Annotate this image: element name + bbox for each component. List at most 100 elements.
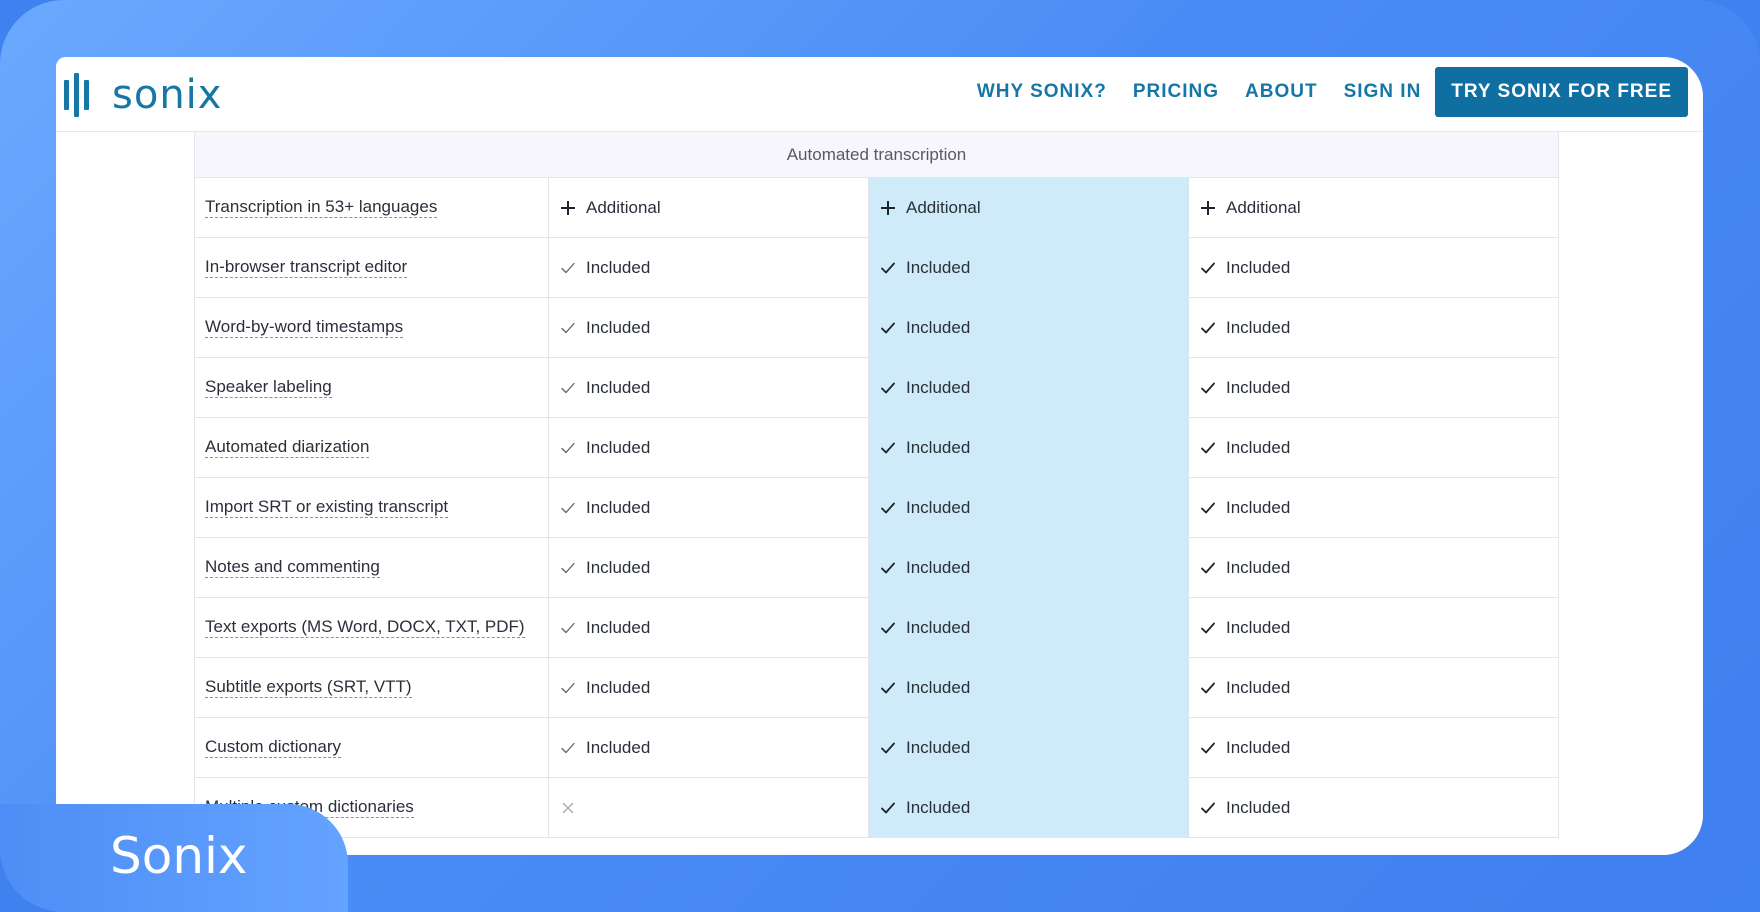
check-icon <box>1200 560 1216 576</box>
feature-label[interactable]: Custom dictionary <box>205 737 342 758</box>
x-icon <box>560 800 576 816</box>
feature-cell: Notes and commenting <box>194 538 549 597</box>
cell-value: Additional <box>586 197 661 217</box>
feature-cell: In-browser transcript editor <box>194 238 549 297</box>
feature-cell: Speaker labeling <box>194 358 549 417</box>
table-row: Word-by-word timestamps Included Included I… <box>194 298 1559 358</box>
cell-value: Included <box>586 497 651 517</box>
check-icon <box>880 740 896 756</box>
cell-value: Included <box>1226 557 1291 577</box>
check-icon <box>880 680 896 696</box>
browser-viewport: sonix WHY SONIX? PRICING ABOUT SIGN IN T… <box>56 57 1703 855</box>
sonix-logo[interactable]: sonix <box>64 73 222 117</box>
premium-plan-cell: Included <box>869 358 1189 417</box>
check-icon <box>1200 680 1216 696</box>
main-nav: WHY SONIX? PRICING ABOUT SIGN IN TRY SON… <box>951 67 1688 117</box>
nav-why-sonix[interactable]: WHY SONIX? <box>977 81 1107 103</box>
feature-label[interactable]: Notes and commenting <box>205 557 380 578</box>
cell-value: Included <box>586 317 651 337</box>
badge-label: Sonix <box>110 827 248 885</box>
cell-value: Included <box>906 677 971 697</box>
check-light-icon <box>560 320 576 336</box>
check-light-icon <box>560 500 576 516</box>
feature-cell: Subtitle exports (SRT, VTT) <box>194 658 549 717</box>
feature-cell: Word-by-word timestamps <box>194 298 549 357</box>
check-icon <box>880 320 896 336</box>
basic-plan-cell: Included <box>549 538 869 597</box>
feature-cell: Automated diarization <box>194 418 549 477</box>
basic-plan-cell: Additional <box>549 178 869 237</box>
brand-badge: Sonix <box>0 804 348 912</box>
basic-plan-cell: Included <box>549 658 869 717</box>
nav-sign-in[interactable]: SIGN IN <box>1344 81 1422 103</box>
check-light-icon <box>560 620 576 636</box>
table-row: Speaker labeling Included Included Included <box>194 358 1559 418</box>
presentation-frame: sonix WHY SONIX? PRICING ABOUT SIGN IN T… <box>0 0 1760 912</box>
feature-label[interactable]: Text exports (MS Word, DOCX, TXT, PDF) <box>205 617 525 638</box>
premium-plan-cell: Included <box>869 538 1189 597</box>
check-light-icon <box>560 740 576 756</box>
table-body: Transcription in 53+ languages Additional… <box>194 178 1559 838</box>
enterprise-plan-cell: Included <box>1189 718 1559 777</box>
table-row: Custom dictionary Included Included Include… <box>194 718 1559 778</box>
feature-label[interactable]: Word-by-word timestamps <box>205 317 404 338</box>
table-row: Text exports (MS Word, DOCX, TXT, PDF) In… <box>194 598 1559 658</box>
cell-value: Additional <box>1226 197 1301 217</box>
check-icon <box>880 500 896 516</box>
premium-plan-cell: Included <box>869 298 1189 357</box>
nav-pricing[interactable]: PRICING <box>1133 81 1219 103</box>
table-row: Subtitle exports (SRT, VTT) Included Inclu… <box>194 658 1559 718</box>
enterprise-plan-cell: Included <box>1189 478 1559 537</box>
check-icon <box>1200 380 1216 396</box>
check-icon <box>880 260 896 276</box>
cell-value: Included <box>1226 257 1291 277</box>
premium-plan-cell: Included <box>869 778 1189 837</box>
cell-value: Included <box>906 317 971 337</box>
check-icon <box>1200 740 1216 756</box>
section-title: Automated transcription <box>786 144 967 164</box>
soundwave-logo-icon <box>64 73 94 117</box>
cell-value: Included <box>1226 437 1291 457</box>
feature-label[interactable]: Import SRT or existing transcript <box>205 497 449 518</box>
plus-icon <box>1200 200 1216 216</box>
cell-value: Included <box>906 257 971 277</box>
table-row: Multiple custom dictionaries Included Incl… <box>194 778 1559 838</box>
cell-value: Included <box>586 437 651 457</box>
feature-label[interactable]: Speaker labeling <box>205 377 332 398</box>
premium-plan-cell: Included <box>869 418 1189 477</box>
check-light-icon <box>560 680 576 696</box>
basic-plan-cell: Included <box>549 298 869 357</box>
feature-cell: Transcription in 53+ languages <box>194 178 549 237</box>
enterprise-plan-cell: Included <box>1189 598 1559 657</box>
cell-value: Additional <box>906 197 981 217</box>
table-row: In-browser transcript editor Included Incl… <box>194 238 1559 298</box>
cell-value: Included <box>906 617 971 637</box>
cell-value: Included <box>1226 617 1291 637</box>
feature-label[interactable]: Automated diarization <box>205 437 370 458</box>
check-icon <box>1200 620 1216 636</box>
check-light-icon <box>560 260 576 276</box>
check-icon <box>880 440 896 456</box>
logo-text: sonix <box>112 72 223 118</box>
feature-label[interactable]: Transcription in 53+ languages <box>205 197 438 218</box>
cell-value: Included <box>906 737 971 757</box>
cell-value: Included <box>586 377 651 397</box>
feature-label[interactable]: In-browser transcript editor <box>205 257 408 278</box>
basic-plan-cell: Included <box>549 478 869 537</box>
try-free-button[interactable]: TRY SONIX FOR FREE <box>1435 67 1688 117</box>
check-icon <box>880 620 896 636</box>
table-row: Automated diarization Included Included Inc… <box>194 418 1559 478</box>
feature-label[interactable]: Subtitle exports (SRT, VTT) <box>205 677 412 698</box>
basic-plan-cell <box>549 778 869 837</box>
cell-value: Included <box>586 257 651 277</box>
cell-value: Included <box>1226 677 1291 697</box>
cell-value: Included <box>586 677 651 697</box>
check-icon <box>880 800 896 816</box>
check-light-icon <box>560 380 576 396</box>
enterprise-plan-cell: Included <box>1189 538 1559 597</box>
site-header: sonix WHY SONIX? PRICING ABOUT SIGN IN T… <box>56 57 1703 132</box>
nav-about[interactable]: ABOUT <box>1245 81 1318 103</box>
premium-plan-cell: Included <box>869 238 1189 297</box>
plus-icon <box>560 200 576 216</box>
feature-cell: Text exports (MS Word, DOCX, TXT, PDF) <box>194 598 549 657</box>
